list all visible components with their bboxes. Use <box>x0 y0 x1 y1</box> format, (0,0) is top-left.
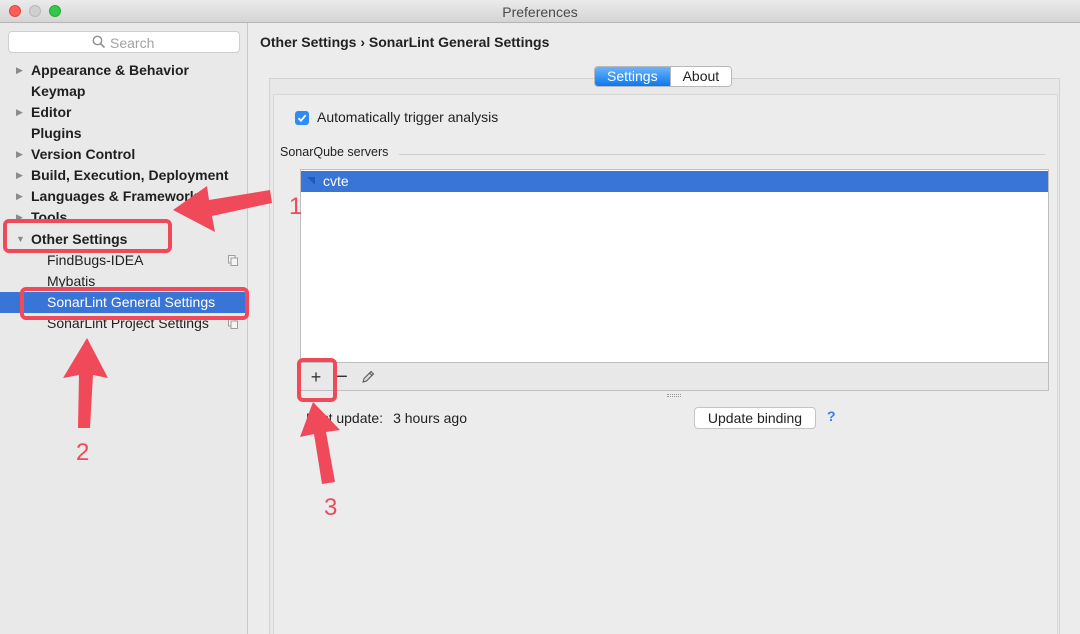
pencil-icon <box>362 370 375 383</box>
search-input[interactable]: Search <box>8 31 240 53</box>
last-update-value: 3 hours ago <box>393 410 468 426</box>
sidebar-item-keymap[interactable]: Keymap <box>0 81 248 102</box>
sidebar-item-label: Mybatis <box>47 273 96 289</box>
sidebar-item-other-settings[interactable]: ▼ Other Settings <box>0 229 248 250</box>
sidebar-item-label: Languages & Frameworks <box>31 188 206 204</box>
sidebar-item-mybatis[interactable]: Mybatis <box>0 271 248 292</box>
sidebar-item-label: Build, Execution, Deployment <box>31 167 229 183</box>
annotation-step-3: 3 <box>324 494 338 521</box>
sidebar-item-build[interactable]: ▶ Build, Execution, Deployment <box>0 165 248 186</box>
group-divider <box>399 154 1045 155</box>
add-server-button[interactable]: + <box>305 366 327 388</box>
servers-list[interactable]: cvte <box>300 169 1049 363</box>
help-link[interactable]: ? <box>827 408 836 424</box>
expand-arrow-icon[interactable]: ▶ <box>16 165 23 186</box>
project-settings-icon <box>228 255 238 266</box>
list-item[interactable]: cvte <box>301 171 1048 192</box>
edit-server-button[interactable] <box>357 366 379 388</box>
sidebar-item-findbugs[interactable]: FindBugs-IDEA <box>0 250 248 271</box>
sidebar-item-label: Editor <box>31 104 72 120</box>
auto-trigger-label[interactable]: Automatically trigger analysis <box>317 109 498 125</box>
tab-about[interactable]: About <box>669 67 732 86</box>
tab-settings[interactable]: Settings <box>595 67 670 86</box>
sidebar-item-label: Keymap <box>31 83 86 99</box>
checkmark-icon <box>297 114 307 123</box>
resize-handle[interactable] <box>667 394 681 397</box>
sidebar-item-label: Version Control <box>31 146 136 162</box>
update-binding-button[interactable]: Update binding <box>694 407 816 429</box>
server-name: cvte <box>323 173 349 189</box>
remove-server-button[interactable]: − <box>331 366 353 388</box>
sidebar-item-label: FindBugs-IDEA <box>47 252 144 268</box>
server-icon <box>307 177 315 185</box>
expand-arrow-icon[interactable]: ▶ <box>16 102 23 123</box>
sidebar-item-version-control[interactable]: ▶ Version Control <box>0 144 248 165</box>
sidebar-item-label: SonarLint General Settings <box>47 294 216 310</box>
expand-arrow-icon[interactable]: ▶ <box>16 144 23 165</box>
sidebar-item-label: SonarLint Project Settings <box>47 315 209 331</box>
auto-trigger-checkbox[interactable] <box>295 111 309 125</box>
servers-group-label: SonarQube servers <box>280 145 389 159</box>
annotation-step-1: 1 <box>289 193 303 220</box>
servers-toolbar: + − <box>300 363 1049 391</box>
sidebar-item-label: Other Settings <box>31 231 128 247</box>
expand-arrow-icon[interactable]: ▶ <box>16 207 23 228</box>
search-placeholder: Search <box>110 35 155 51</box>
expand-arrow-icon[interactable]: ▶ <box>16 186 23 207</box>
sidebar-item-label: Tools <box>31 209 68 225</box>
sidebar-item-plugins[interactable]: Plugins <box>0 123 248 144</box>
sidebar-item-editor[interactable]: ▶ Editor <box>0 102 248 123</box>
sidebar-item-label: Plugins <box>31 125 82 141</box>
sidebar-item-tools[interactable]: ▶ Tools <box>0 207 248 228</box>
project-settings-icon <box>228 318 238 329</box>
annotation-step-2: 2 <box>76 439 90 466</box>
sidebar-item-languages[interactable]: ▶ Languages & Frameworks <box>0 186 248 207</box>
settings-content: Other Settings › SonarLint General Setti… <box>249 23 1080 634</box>
breadcrumb: Other Settings › SonarLint General Setti… <box>260 34 550 50</box>
expand-arrow-icon[interactable]: ▶ <box>16 60 23 81</box>
title-bar: Preferences <box>0 0 1080 23</box>
collapse-arrow-icon[interactable]: ▼ <box>16 229 25 250</box>
tab-bar: Settings About <box>594 66 733 87</box>
sidebar-item-sonarlint-general[interactable]: SonarLint General Settings <box>0 292 248 313</box>
sidebar-item-label: Appearance & Behavior <box>31 62 189 78</box>
sidebar-item-sonarlint-project[interactable]: SonarLint Project Settings <box>0 313 248 334</box>
search-icon <box>92 35 106 49</box>
sidebar-item-appearance[interactable]: ▶ Appearance & Behavior <box>0 60 248 81</box>
window-title: Preferences <box>502 4 578 20</box>
last-update: Last update: 3 hours ago <box>306 410 467 426</box>
last-update-label: Last update: <box>306 410 384 426</box>
settings-sidebar: Search ▶ Appearance & Behavior Keymap ▶ … <box>0 23 248 634</box>
